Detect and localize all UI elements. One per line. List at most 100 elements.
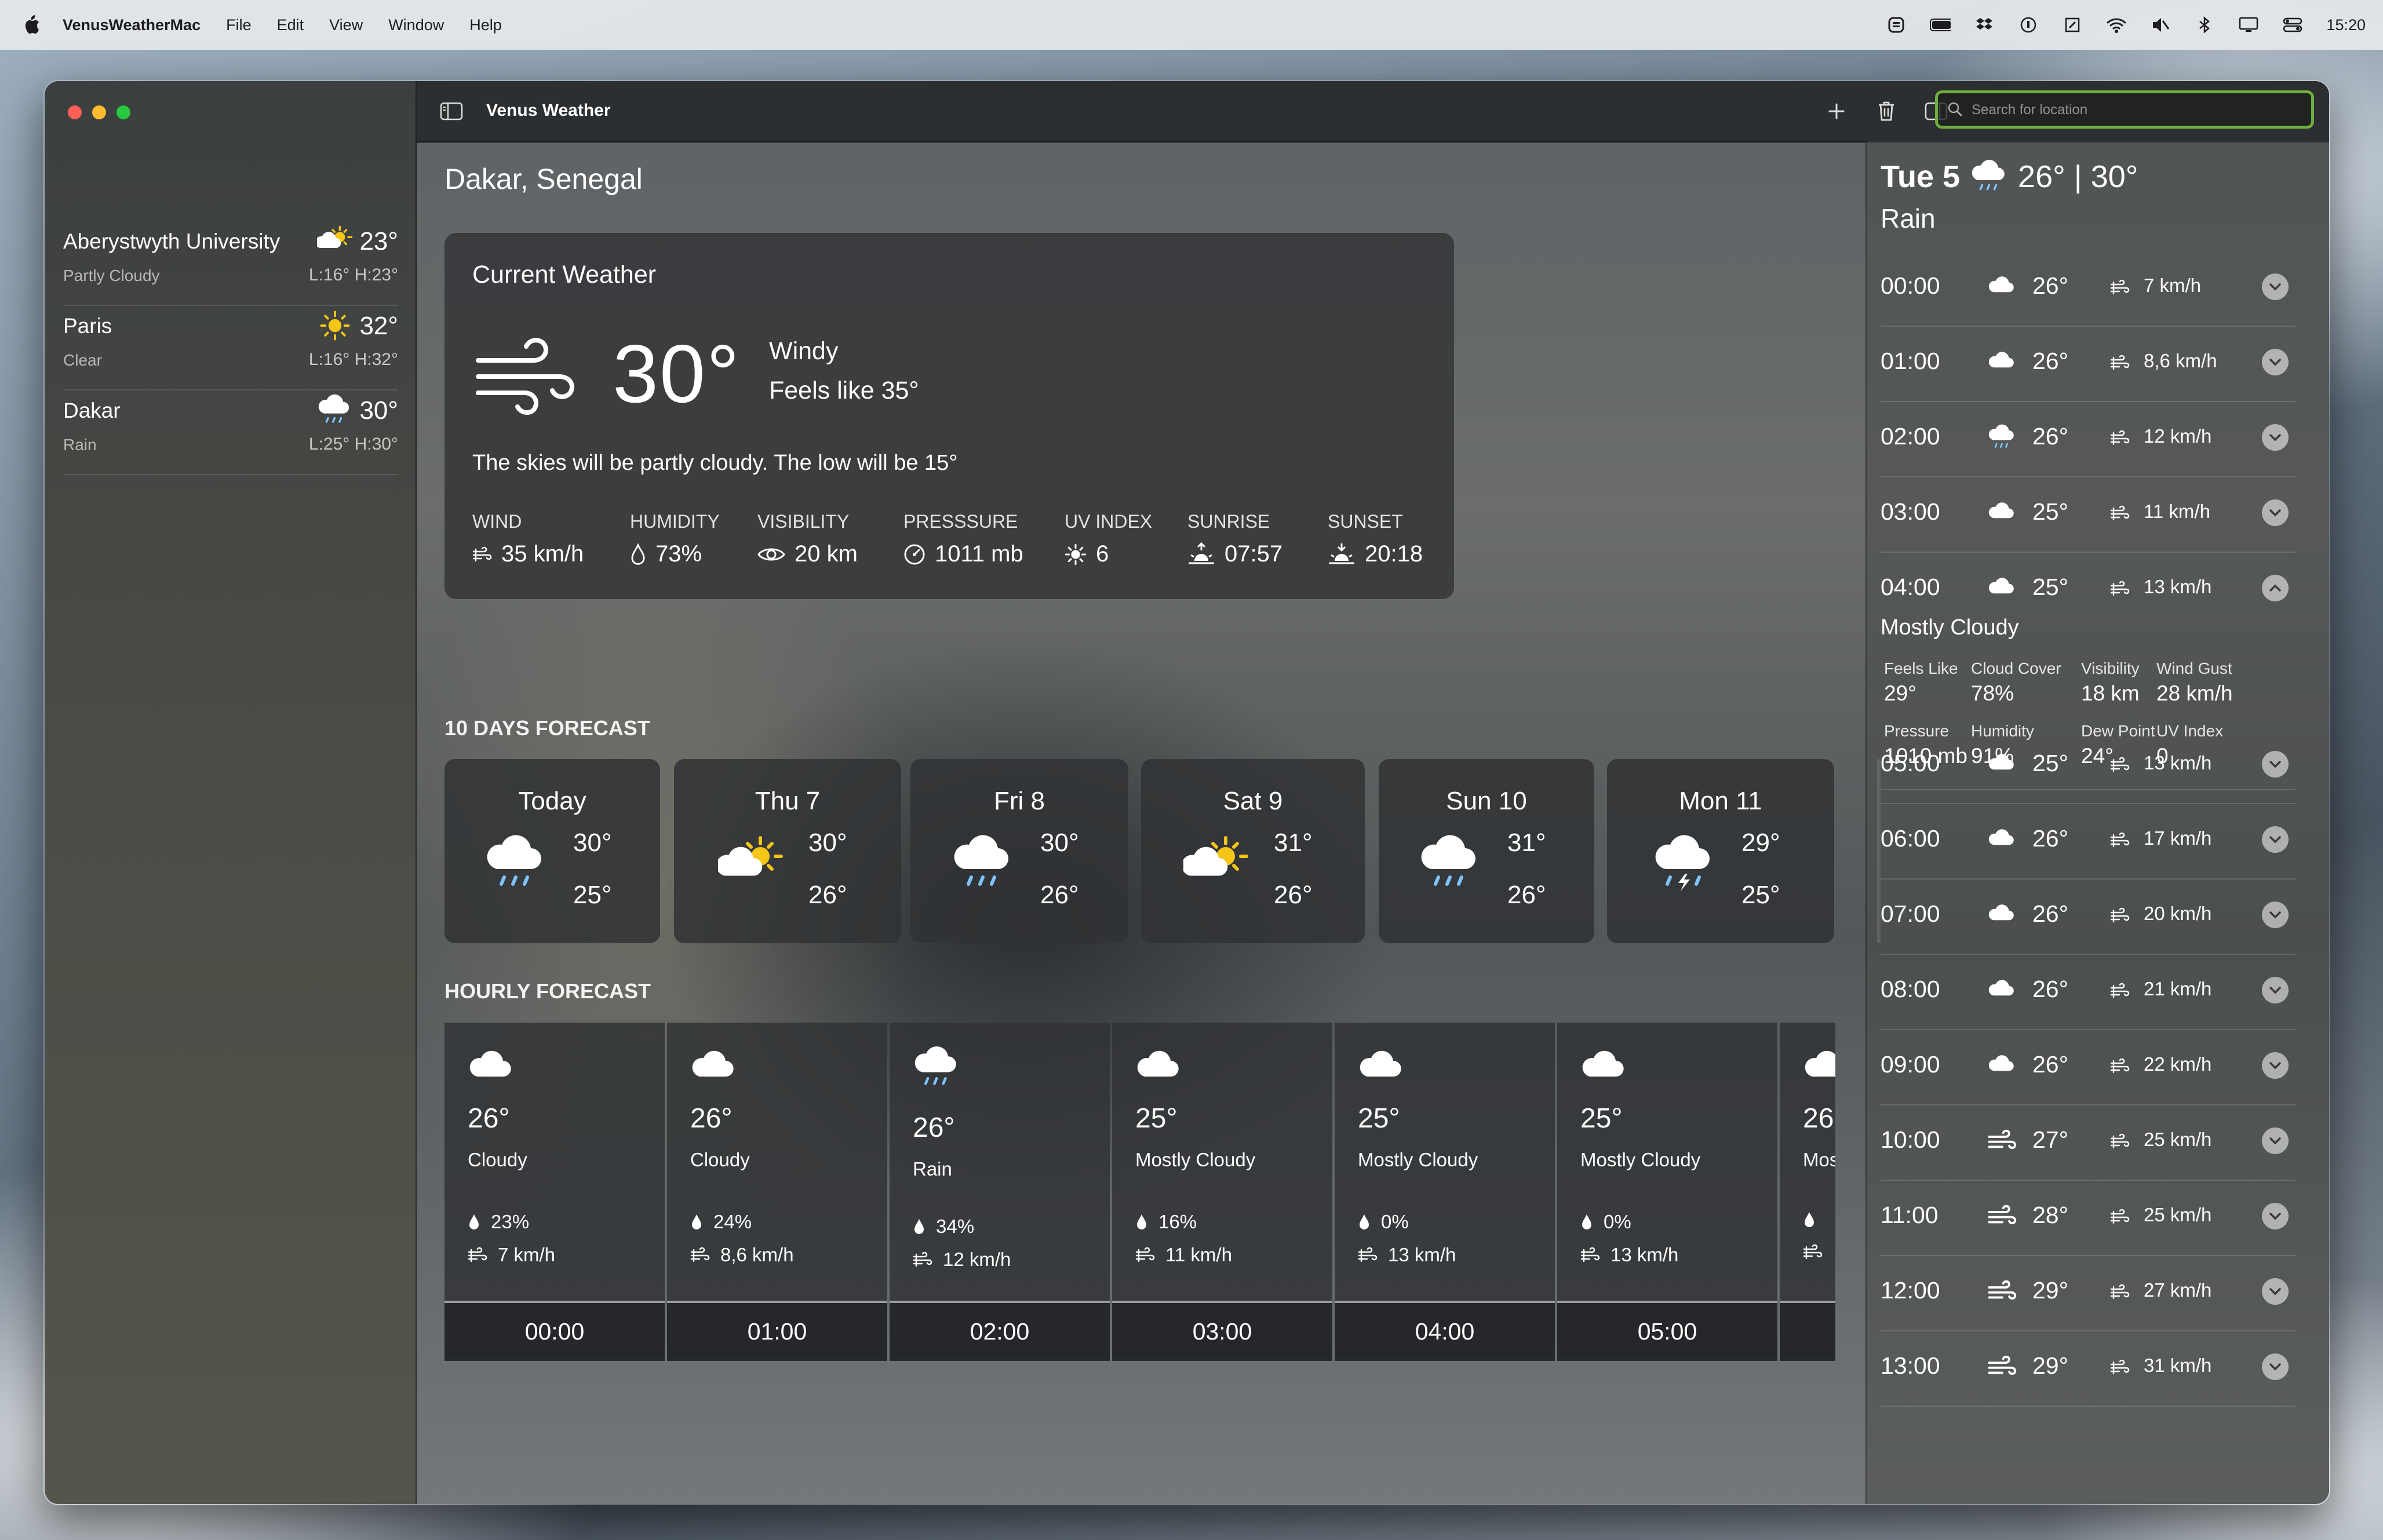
detail-hour-row[interactable]: 03:00 25° 11 km/h bbox=[1881, 476, 2295, 553]
hour-condition: Rain bbox=[913, 1158, 952, 1180]
day-forecast-card[interactable]: Sun 10 31° 26° bbox=[1379, 759, 1594, 943]
chevron-down-icon[interactable] bbox=[2262, 1052, 2289, 1079]
kv-value: 78% bbox=[1971, 681, 2014, 705]
chevron-down-icon[interactable] bbox=[2262, 1353, 2289, 1380]
menu-edit[interactable]: Edit bbox=[277, 16, 304, 34]
hour-precip: 0% bbox=[1604, 1211, 1631, 1232]
hourly-card[interactable]: 26 Mos bbox=[1780, 1023, 1835, 1361]
detail-hour-row[interactable]: 12:00 29° 27 km/h bbox=[1881, 1255, 2295, 1331]
day-forecast-card[interactable]: Thu 7 30° 26° bbox=[674, 759, 901, 943]
sidebar-toggle-icon[interactable] bbox=[438, 97, 465, 125]
detail-hour-row[interactable]: 13:00 29° 31 km/h bbox=[1881, 1330, 2295, 1407]
wifi-icon[interactable] bbox=[2106, 16, 2127, 34]
day-forecast-card[interactable]: Sat 9 31° 26° bbox=[1141, 759, 1365, 943]
wind-icon bbox=[2110, 355, 2133, 372]
menu-window[interactable]: Window bbox=[388, 16, 444, 34]
trash-icon[interactable] bbox=[1872, 97, 1900, 125]
hourly-card[interactable]: 26° Cloudy 24% 8,6 km/h 01:00 bbox=[667, 1023, 887, 1361]
cloud-icon bbox=[1987, 273, 2017, 300]
detail-hour-row[interactable]: 11:00 28° 25 km/h bbox=[1881, 1180, 2295, 1256]
kv-label: Pressure bbox=[1884, 722, 1950, 740]
chevron-down-icon[interactable] bbox=[2262, 273, 2289, 300]
search-input[interactable] bbox=[1970, 93, 2309, 127]
detail-hour-row[interactable]: 01:00 26° 8,6 km/h bbox=[1881, 326, 2295, 402]
day-forecast-card[interactable]: Today 30° 25° bbox=[444, 759, 660, 943]
detail-hour-row[interactable]: 02:00 26° 12 km/h bbox=[1881, 401, 2295, 477]
day-name: Thu 7 bbox=[755, 787, 821, 815]
chevron-down-icon[interactable] bbox=[2262, 826, 2289, 853]
control-center-icon[interactable] bbox=[2282, 16, 2303, 34]
day-forecast-card[interactable]: Fri 8 30° 26° bbox=[910, 759, 1128, 943]
day-name: Today bbox=[518, 787, 586, 815]
location-condition: Partly Cloudy bbox=[63, 267, 160, 284]
sidebar-location-item[interactable]: Dakar Rain 30° L:25° H:30° bbox=[63, 388, 398, 475]
chevron-down-icon[interactable] bbox=[2262, 902, 2289, 928]
search-field[interactable] bbox=[1935, 90, 2314, 129]
drop-icon bbox=[1135, 1213, 1148, 1231]
bluetooth-icon[interactable] bbox=[2194, 16, 2215, 34]
menu-help[interactable]: Help bbox=[469, 16, 502, 34]
drop-icon bbox=[1580, 1213, 1593, 1231]
hour-temp: 26 bbox=[1803, 1103, 1834, 1134]
chevron-up-icon[interactable] bbox=[2262, 575, 2289, 601]
day-forecast-card[interactable]: Mon 11 29° 25° bbox=[1607, 759, 1834, 943]
detail-hour-row[interactable]: 09:00 26° 22 km/h bbox=[1881, 1029, 2295, 1105]
chevron-down-icon[interactable] bbox=[2262, 977, 2289, 1003]
chevron-down-icon[interactable] bbox=[2262, 499, 2289, 526]
minimize-window-button[interactable] bbox=[92, 105, 106, 119]
hourly-card[interactable]: 25° Mostly Cloudy 16% 11 km/h 03:00 bbox=[1112, 1023, 1332, 1361]
add-location-icon[interactable] bbox=[1823, 97, 1850, 125]
apple-icon[interactable] bbox=[21, 13, 43, 37]
detail-hour-row[interactable]: 00:00 26° 7 km/h bbox=[1881, 250, 2295, 327]
hour-condition: Cloudy bbox=[690, 1149, 750, 1170]
detail-hour-row[interactable]: 08:00 26° 21 km/h bbox=[1881, 954, 2295, 1030]
dropbox-icon[interactable] bbox=[1974, 16, 1995, 34]
sidebar-location-item[interactable]: Paris Clear 32° L:16° H:32° bbox=[63, 304, 398, 391]
vpn-icon[interactable] bbox=[2062, 16, 2083, 34]
drop-icon bbox=[690, 1213, 703, 1231]
wind-icon bbox=[1987, 1278, 2017, 1305]
day-low: 26° bbox=[808, 881, 847, 909]
wind-icon bbox=[913, 1251, 932, 1268]
app-window: Aberystwyth University Partly Cloudy 23°… bbox=[43, 80, 2330, 1505]
detail-hour-row[interactable]: 06:00 26° 17 km/h bbox=[1881, 803, 2295, 880]
chevron-down-icon[interactable] bbox=[2262, 1278, 2289, 1305]
detail-hour-time: 04:00 bbox=[1881, 574, 1940, 600]
status-app-icon[interactable] bbox=[1886, 16, 1907, 34]
chevron-down-icon[interactable] bbox=[2262, 1203, 2289, 1229]
expanded-hour-details: Mostly Cloudy Feels Like 29° Cloud Cover … bbox=[1881, 615, 2295, 790]
hourly-card[interactable]: 26° Cloudy 23% 7 km/h 00:00 bbox=[444, 1023, 665, 1361]
chevron-down-icon[interactable] bbox=[2262, 424, 2289, 451]
main-content: Venus Weather Dakar, Senegal Current Wea… bbox=[417, 81, 2329, 1504]
wind-icon bbox=[1580, 1247, 1600, 1263]
menu-view[interactable]: View bbox=[329, 16, 363, 34]
hourly-card[interactable]: 25° Mostly Cloudy 0% 13 km/h 04:00 bbox=[1335, 1023, 1555, 1361]
detail-hour-time: 09:00 bbox=[1881, 1051, 1940, 1078]
chevron-down-icon[interactable] bbox=[2262, 1127, 2289, 1154]
kv-label: Cloud Cover bbox=[1971, 659, 2061, 677]
wind-icon bbox=[2110, 1133, 2133, 1151]
mute-icon[interactable] bbox=[2150, 16, 2171, 34]
sidebar-location-item[interactable]: Aberystwyth University Partly Cloudy 23°… bbox=[63, 219, 398, 306]
detail-hour-row[interactable]: 07:00 26° 20 km/h bbox=[1881, 878, 2295, 955]
menu-file[interactable]: File bbox=[226, 16, 252, 34]
chevron-down-icon[interactable] bbox=[2262, 349, 2289, 375]
display-icon[interactable] bbox=[2238, 16, 2259, 34]
kv-label: Dew Point bbox=[2081, 722, 2155, 740]
day-low: 25° bbox=[573, 881, 612, 909]
day-name: Fri 8 bbox=[994, 787, 1045, 815]
hour-condition: Mostly Cloudy bbox=[1358, 1149, 1478, 1170]
battery-icon[interactable] bbox=[1930, 16, 1951, 34]
hourly-card[interactable]: 26° Rain 34% 12 km/h 02:00 bbox=[890, 1023, 1110, 1361]
menubar-clock[interactable]: 15:20 bbox=[2326, 16, 2366, 34]
detail-hour-row[interactable]: 10:00 27° 25 km/h bbox=[1881, 1104, 2295, 1181]
hour-condition: Cloudy bbox=[468, 1149, 527, 1170]
day-detail-panel: Tue 5 26° | 30° Rain 00:00 26° 7 km/h 01… bbox=[1865, 141, 2329, 1504]
location-name: Aberystwyth University bbox=[63, 229, 280, 253]
app-menu[interactable]: VenusWeatherMac bbox=[63, 16, 201, 34]
hourly-card[interactable]: 25° Mostly Cloudy 0% 13 km/h 05:00 bbox=[1557, 1023, 1777, 1361]
close-window-button[interactable] bbox=[68, 105, 82, 119]
zoom-window-button[interactable] bbox=[116, 105, 130, 119]
password-icon[interactable] bbox=[2018, 16, 2039, 34]
detail-hour-temp: 26° bbox=[2032, 423, 2069, 450]
